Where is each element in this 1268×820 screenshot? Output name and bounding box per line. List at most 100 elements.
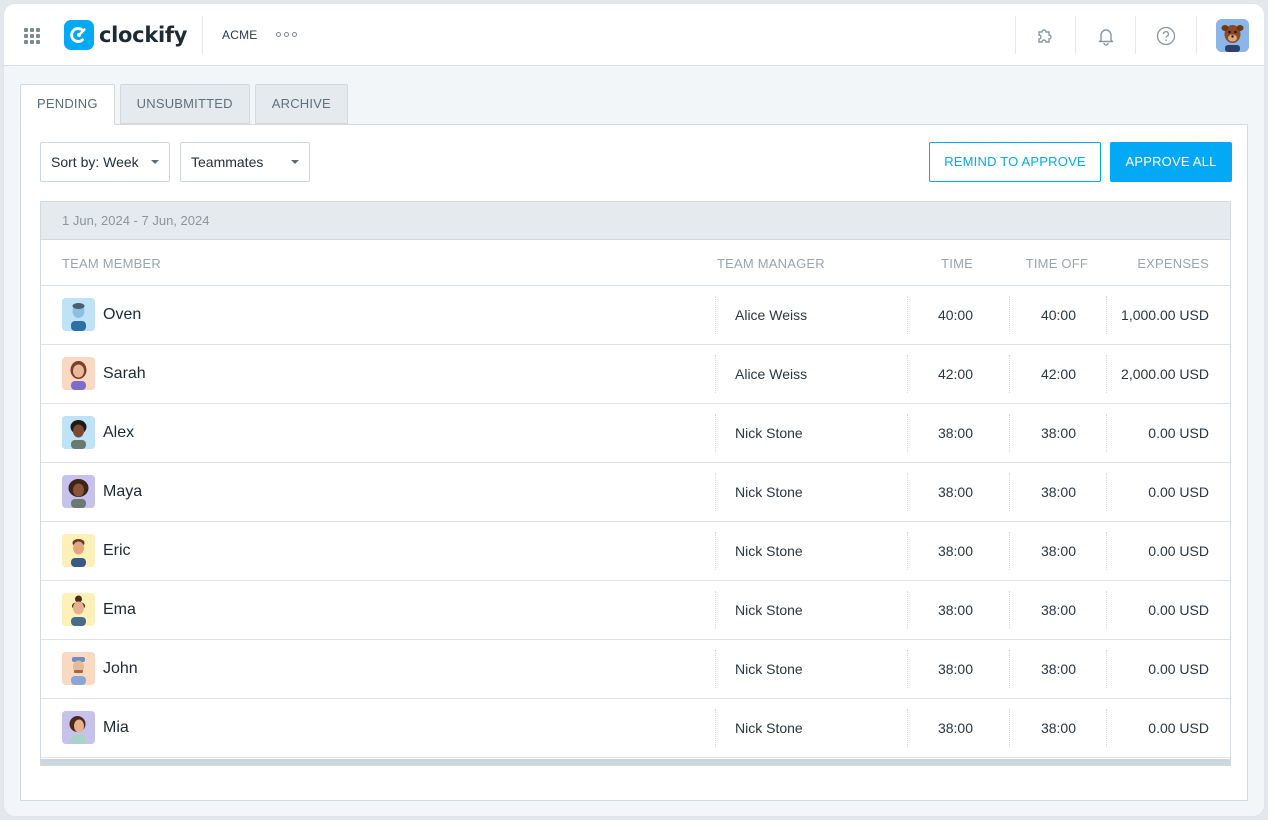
table-row[interactable]: Sarah Alice Weiss 42:00 42:00 2,000.00 U… (41, 345, 1230, 404)
manager-name: Nick Stone (735, 661, 803, 677)
column-header-expenses: EXPENSES (1137, 256, 1209, 271)
divider (715, 532, 716, 570)
app-name: clockify (99, 23, 188, 47)
divider (1009, 591, 1010, 629)
divider (1015, 16, 1016, 54)
bell-icon[interactable] (1095, 25, 1117, 47)
expenses-value: 2,000.00 USD (1121, 366, 1209, 382)
manager-name: Nick Stone (735, 543, 803, 559)
expenses-value: 0.00 USD (1148, 661, 1209, 677)
time-value: 38:00 (937, 602, 973, 618)
expenses-value: 0.00 USD (1148, 484, 1209, 500)
divider (1009, 355, 1010, 393)
sort-dropdown-label: Sort by: Week (51, 154, 139, 170)
user-avatar[interactable] (1216, 19, 1249, 52)
member-name: Eric (103, 542, 131, 559)
tab-archive[interactable]: ARCHIVE (254, 84, 348, 124)
time-off-value: 38:00 (1040, 484, 1076, 500)
divider (715, 296, 716, 334)
divider (1009, 650, 1010, 688)
divider (715, 591, 716, 629)
table-row[interactable]: Maya Nick Stone 38:00 38:00 0.00 USD (41, 463, 1230, 522)
divider (907, 355, 908, 393)
member-name: Mia (103, 719, 129, 736)
divider (1009, 532, 1010, 570)
divider (907, 414, 908, 452)
divider (907, 591, 908, 629)
apps-grid-icon[interactable] (24, 28, 40, 44)
workspace-name[interactable]: ACME (222, 28, 257, 42)
caret-down-icon (151, 160, 159, 164)
top-bar: clockify ACME (4, 4, 1264, 66)
help-icon[interactable] (1155, 25, 1177, 47)
divider (1009, 296, 1010, 334)
divider (1196, 16, 1197, 54)
divider (1106, 355, 1107, 393)
divider (715, 355, 716, 393)
approvals-panel: Sort by: Week Teammates REMIND TO APPROV… (20, 124, 1248, 801)
time-off-value: 42:00 (1040, 366, 1076, 382)
divider (1106, 296, 1107, 334)
table-row[interactable]: Eric Nick Stone 38:00 38:00 0.00 USD (41, 522, 1230, 581)
divider (1106, 650, 1107, 688)
approvals-tabs: PENDING UNSUBMITTED ARCHIVE (20, 84, 353, 125)
divider (907, 473, 908, 511)
time-off-value: 38:00 (1040, 602, 1076, 618)
divider (202, 16, 203, 54)
avatar (62, 534, 95, 567)
divider (1009, 709, 1010, 747)
expenses-value: 0.00 USD (1148, 543, 1209, 559)
time-off-value: 38:00 (1040, 425, 1076, 441)
time-off-value: 38:00 (1040, 543, 1076, 559)
table-row[interactable]: John Nick Stone 38:00 38:00 0.00 USD (41, 640, 1230, 699)
remind-to-approve-button[interactable]: REMIND TO APPROVE (929, 142, 1101, 182)
avatar (62, 298, 95, 331)
manager-name: Nick Stone (735, 602, 803, 618)
member-name: Alex (103, 424, 135, 441)
puzzle-icon[interactable] (1034, 25, 1056, 47)
tab-unsubmitted[interactable]: UNSUBMITTED (119, 84, 250, 124)
time-value: 40:00 (937, 307, 973, 323)
divider (1135, 16, 1136, 54)
avatar (62, 652, 95, 685)
approve-all-button[interactable]: APPROVE ALL (1110, 142, 1232, 182)
divider (907, 709, 908, 747)
member-name: Ema (103, 601, 136, 618)
expenses-value: 0.00 USD (1148, 425, 1209, 441)
time-value: 42:00 (937, 366, 973, 382)
expenses-value: 0.00 USD (1148, 720, 1209, 736)
divider (1009, 414, 1010, 452)
column-header-manager: TEAM MANAGER (717, 256, 825, 271)
more-icon[interactable] (276, 32, 297, 37)
time-value: 38:00 (937, 543, 973, 559)
time-off-value: 40:00 (1040, 307, 1076, 323)
member-name: Oven (103, 306, 142, 323)
table-footer (41, 759, 1230, 765)
divider (1106, 414, 1107, 452)
table-row[interactable]: Oven Alice Weiss 40:00 40:00 1,000.00 US… (41, 286, 1230, 345)
table-row[interactable]: Alex Nick Stone 38:00 38:00 0.00 USD (41, 404, 1230, 463)
divider (1106, 532, 1107, 570)
manager-name: Alice Weiss (735, 307, 808, 323)
tab-pending[interactable]: PENDING (20, 84, 115, 125)
time-off-value: 38:00 (1040, 720, 1076, 736)
manager-name: Nick Stone (735, 720, 803, 736)
manager-name: Nick Stone (735, 484, 803, 500)
table-header: TEAM MEMBER TEAM MANAGER TIME TIME OFF E… (41, 240, 1230, 286)
app-window: clockify ACME PENDING UNSUBMITTED ARCHIV… (3, 3, 1265, 817)
column-header-time: TIME (941, 256, 973, 271)
divider (715, 473, 716, 511)
time-value: 38:00 (937, 661, 973, 677)
divider (715, 414, 716, 452)
manager-name: Nick Stone (735, 425, 803, 441)
teammates-dropdown[interactable]: Teammates (180, 142, 310, 182)
app-logo[interactable]: clockify (64, 20, 187, 50)
table-row[interactable]: Ema Nick Stone 38:00 38:00 0.00 USD (41, 581, 1230, 640)
time-value: 38:00 (937, 720, 973, 736)
teammates-dropdown-label: Teammates (191, 154, 264, 170)
sort-dropdown[interactable]: Sort by: Week (40, 142, 170, 182)
avatar (62, 475, 95, 508)
table-row[interactable]: Mia Nick Stone 38:00 38:00 0.00 USD (41, 699, 1230, 758)
divider (907, 296, 908, 334)
divider (1106, 473, 1107, 511)
